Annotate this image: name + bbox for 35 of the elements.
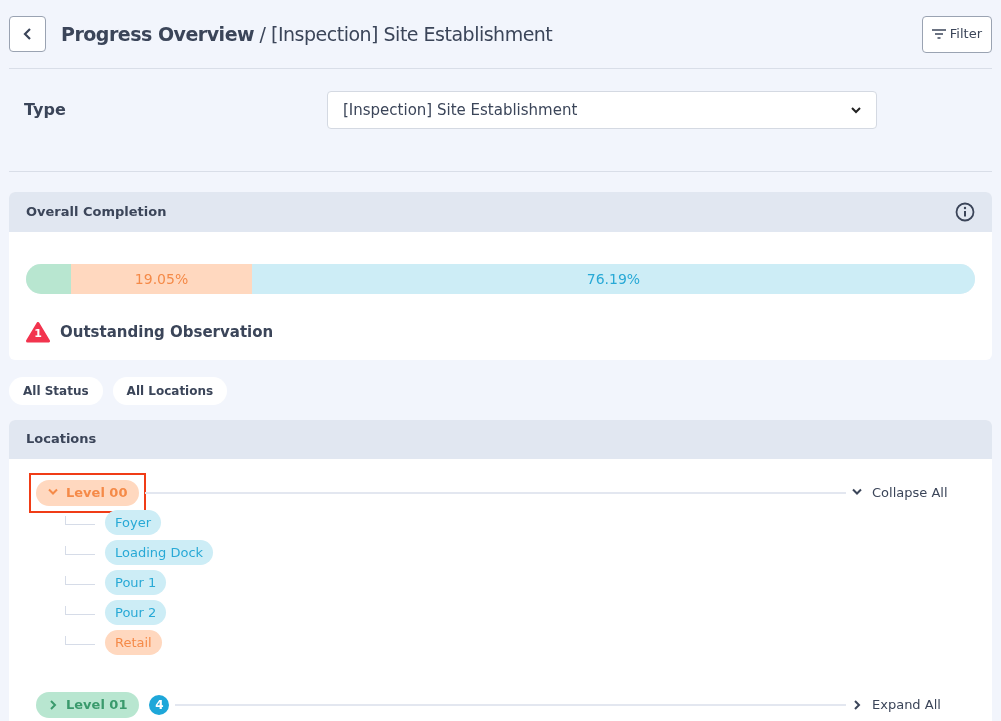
tree-connector [65,606,95,615]
alert-triangle-icon [26,321,50,343]
level-toggle[interactable]: Level 00 [36,479,140,506]
info-icon [955,202,975,222]
collapse-all-button[interactable]: Collapse All [852,482,952,503]
filter-chip[interactable]: All Status [9,376,103,405]
type-label: Type [24,99,67,121]
observation-count: 1 [34,326,42,341]
filter-icon [931,29,946,39]
card-title: Locations [26,430,97,449]
expand-all-button[interactable]: Expand All [852,694,952,715]
location-pill[interactable]: Pour 1 [105,570,167,595]
tree-connector [65,546,95,555]
location-pill[interactable]: Pour 2 [105,600,167,625]
chevron-right-icon [48,699,58,710]
filter-chip[interactable]: All Locations [112,376,228,405]
filter-button[interactable]: Filter [921,15,992,53]
location-pill[interactable]: Loading Dock [105,540,214,565]
location-pill[interactable]: Retail [105,630,162,655]
chevron-down-icon [851,106,861,114]
chevron-left-icon [22,28,33,40]
progress-segment: 76.19% [251,264,975,294]
tree-connector [65,576,95,585]
tree-connector [65,636,95,645]
card-title: Overall Completion [26,203,167,222]
level-toggle[interactable]: Level 01 [36,691,140,718]
page-title: Progress Overview / [Inspection] Site Establishment [61,21,553,47]
type-select[interactable]: [Inspection] Site Establishment [327,91,877,129]
count-badge: 4 [149,694,170,715]
back-button[interactable] [9,16,46,52]
tree-connector [65,516,95,525]
progress-segment: 19.05% [71,264,252,294]
location-pill[interactable]: Foyer [105,510,161,535]
observation-label: Outstanding Observation [60,322,274,343]
chevron-right-icon [852,699,862,710]
